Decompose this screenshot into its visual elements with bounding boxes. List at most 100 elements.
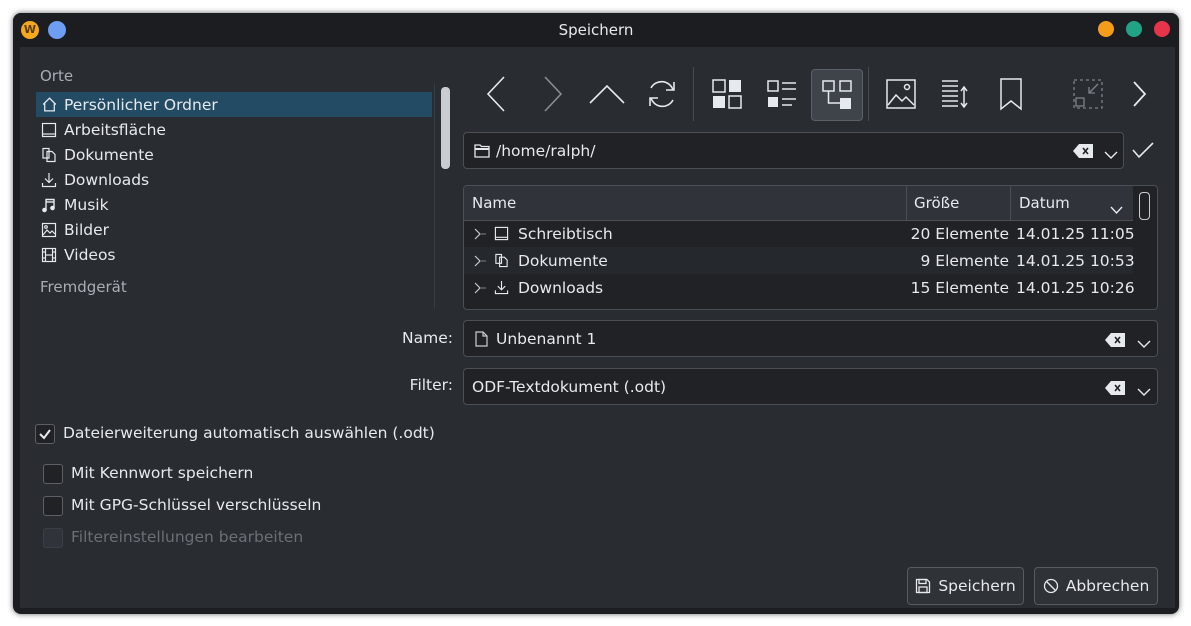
compact-view-button[interactable] — [757, 69, 807, 119]
password-label[interactable]: Mit Kennwort speichern — [71, 464, 253, 482]
location-path[interactable]: /home/ralph/ — [496, 133, 595, 168]
filter-settings-checkbox — [43, 528, 63, 548]
expand-chevron-icon[interactable] — [472, 247, 486, 274]
name-input[interactable]: Unbenannt 1 — [463, 320, 1158, 357]
close-button[interactable] — [1154, 21, 1170, 37]
clear-name-icon[interactable] — [1105, 332, 1125, 351]
save-dialog-window: W Speichern Orte Persönlicher Ordner Arb… — [13, 13, 1179, 614]
file-table[interactable]: Name Größe Datum Schreibtisch 20 Element… — [463, 185, 1158, 310]
back-icon — [486, 76, 505, 112]
desktop-icon — [494, 220, 509, 247]
file-date: 14.01.25 11:05 — [1016, 224, 1135, 243]
place-label: Musik — [64, 195, 109, 214]
table-row[interactable]: Schreibtisch 20 Elemente 14.01.25 11:05 — [464, 220, 1135, 247]
place-home[interactable]: Persönlicher Ordner — [36, 92, 432, 117]
place-music[interactable]: Musik — [36, 192, 432, 217]
auto-extension-label[interactable]: Dateierweiterung automatisch auswählen (… — [63, 424, 435, 442]
tree-view-button[interactable] — [811, 69, 863, 121]
minimize-button[interactable] — [1098, 21, 1114, 37]
gpg-checkbox[interactable] — [43, 496, 63, 516]
table-row[interactable]: Dokumente 9 Elemente 14.01.25 10:53 — [464, 247, 1135, 274]
maximize-button[interactable] — [1126, 21, 1142, 37]
checkmark-icon — [39, 429, 51, 440]
bookmark-icon — [1000, 78, 1022, 111]
auto-extension-checkbox[interactable] — [35, 424, 55, 444]
place-documents[interactable]: Dokumente — [36, 142, 432, 167]
clear-filter-icon[interactable] — [1105, 380, 1125, 399]
column-name[interactable]: Name — [472, 186, 516, 220]
remote-heading: Fremdgerät — [40, 278, 127, 296]
chevron-down-icon[interactable] — [1110, 199, 1123, 218]
location-bar[interactable]: /home/ralph/ — [463, 132, 1124, 169]
image-icon — [40, 221, 58, 239]
reload-icon — [649, 80, 675, 108]
expand-chevron-icon[interactable] — [472, 220, 486, 247]
toolbar-separator — [693, 67, 694, 121]
column-size[interactable]: Größe — [914, 186, 959, 220]
compact-view-icon — [767, 80, 796, 107]
more-button[interactable] — [1116, 69, 1161, 119]
preview-button[interactable] — [876, 69, 926, 119]
place-label: Arbeitsfläche — [64, 120, 166, 139]
save-button[interactable]: Speichern — [907, 567, 1024, 605]
tree-view-icon — [822, 80, 852, 109]
bookmark-button[interactable] — [986, 69, 1036, 119]
cancel-button[interactable]: Abbrechen — [1034, 567, 1158, 605]
chevron-down-icon[interactable] — [1137, 334, 1151, 353]
up-button[interactable] — [582, 69, 632, 119]
filter-select[interactable]: ODF-Textdokument (.odt) — [463, 368, 1158, 405]
back-button[interactable] — [472, 69, 522, 119]
file-size: 20 Elemente — [910, 224, 1009, 243]
more-icon — [1132, 81, 1146, 107]
documents-icon — [40, 146, 58, 164]
table-row[interactable]: Downloads 15 Elemente 14.01.25 10:26 — [464, 274, 1135, 301]
place-videos[interactable]: Videos — [36, 242, 432, 267]
file-date: 14.01.25 10:26 — [1016, 278, 1135, 297]
filter-label: Filter: — [409, 376, 453, 394]
forward-button[interactable] — [527, 69, 577, 119]
place-label: Downloads — [64, 170, 150, 189]
collapse-button[interactable] — [1063, 69, 1113, 119]
download-icon — [494, 274, 509, 301]
folder-icon — [474, 144, 490, 158]
folder-icon — [474, 143, 490, 162]
places-scrollbar-thumb[interactable] — [441, 87, 450, 169]
chevron-down-icon[interactable] — [1137, 382, 1151, 401]
reload-button[interactable] — [637, 69, 687, 119]
column-date[interactable]: Datum — [1019, 186, 1070, 220]
expand-chevron-icon[interactable] — [472, 274, 486, 301]
place-label: Videos — [64, 245, 116, 264]
confirm-location-button[interactable] — [1132, 141, 1154, 163]
sort-icon — [942, 80, 968, 109]
clear-location-icon[interactable] — [1073, 143, 1093, 162]
dialog-content: Orte Persönlicher Ordner Arbeitsfläche D… — [20, 47, 1175, 608]
filter-settings-label: Filtereinstellungen bearbeiten — [71, 528, 304, 546]
place-label: Dokumente — [64, 145, 154, 164]
filter-value[interactable]: ODF-Textdokument (.odt) — [472, 369, 666, 404]
places-scrollbar[interactable] — [434, 83, 435, 309]
places-heading: Orte — [40, 67, 74, 85]
place-downloads[interactable]: Downloads — [36, 167, 432, 192]
collapse-icon — [1073, 79, 1103, 109]
icon-view-button[interactable] — [702, 69, 752, 119]
place-label: Bilder — [64, 220, 109, 239]
place-pictures[interactable]: Bilder — [36, 217, 432, 242]
table-scrollbar-thumb[interactable] — [1139, 192, 1150, 220]
sort-button[interactable] — [931, 69, 981, 119]
desktop-icon — [40, 121, 58, 139]
table-header: Name Größe Datum — [464, 186, 1133, 221]
title-bar[interactable]: W Speichern — [13, 13, 1179, 47]
window-title: Speichern — [558, 21, 634, 39]
up-icon — [589, 84, 625, 104]
video-icon — [40, 246, 58, 264]
file-name: Schreibtisch — [518, 224, 613, 243]
preview-icon — [886, 79, 916, 109]
place-desktop[interactable]: Arbeitsfläche — [36, 117, 432, 142]
name-label: Name: — [402, 329, 453, 347]
name-value[interactable]: Unbenannt 1 — [496, 321, 596, 356]
icon-view-icon — [712, 79, 742, 109]
password-checkbox[interactable] — [43, 464, 63, 484]
chevron-down-icon[interactable] — [1104, 145, 1118, 164]
gpg-label[interactable]: Mit GPG-Schlüssel verschlüsseln — [71, 496, 321, 514]
file-name: Downloads — [518, 278, 604, 297]
